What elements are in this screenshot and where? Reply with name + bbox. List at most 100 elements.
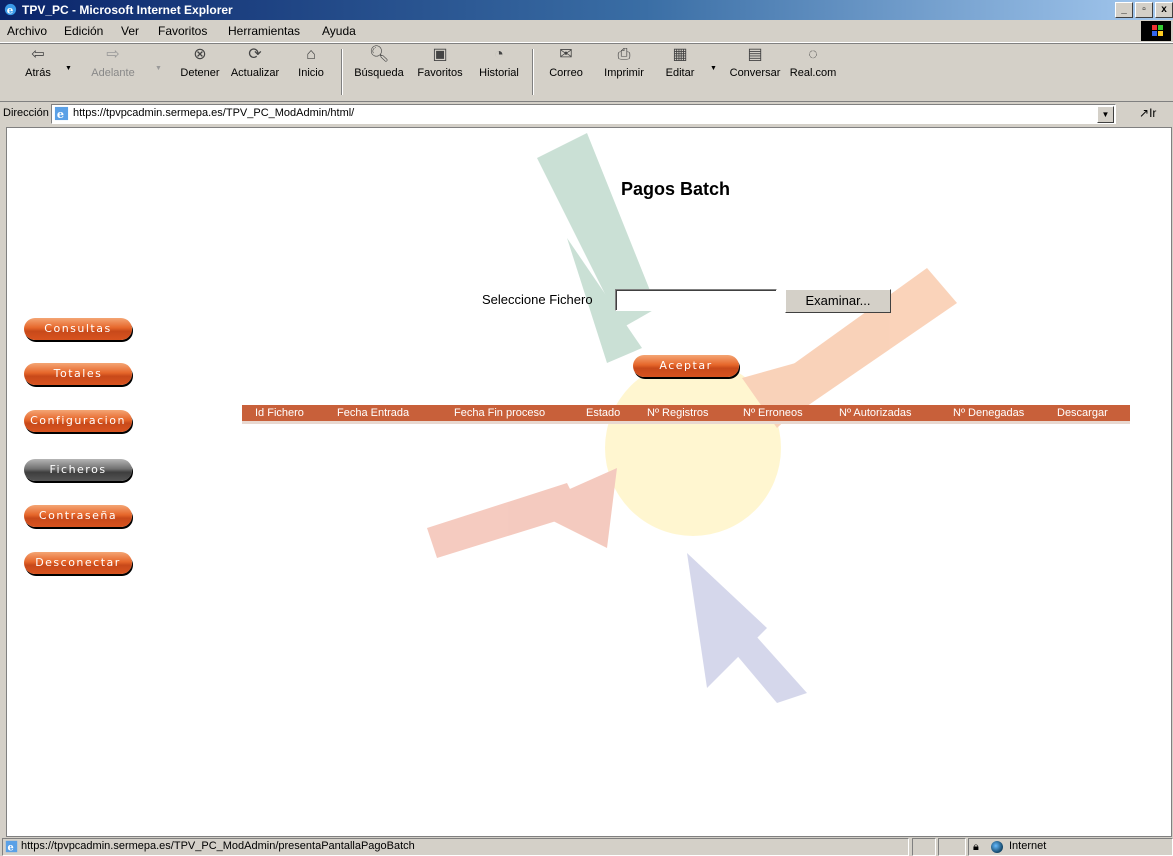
background-arrows-logo — [427, 133, 957, 703]
edit-dropdown-icon[interactable]: ▼ — [710, 65, 717, 72]
stop-icon: ⊗ — [193, 46, 207, 63]
column-fecha-fin-proceso: Fecha Fin proceso — [454, 407, 546, 419]
page-title: Pagos Batch — [621, 179, 731, 199]
address-input[interactable]: e https://tpvpcadmin.sermepa.es/TPV_PC_M… — [51, 104, 1116, 124]
sidebar-item-contrasena[interactable]: Contraseña — [24, 505, 132, 527]
status-cell — [938, 838, 966, 856]
internet-explorer-icon: e — [4, 3, 17, 16]
close-button[interactable]: x — [1155, 2, 1173, 18]
svg-text:e: e — [7, 843, 13, 853]
menu-herramientas[interactable]: Herramientas — [228, 24, 300, 38]
refresh-button[interactable]: ⟳ Actualizar — [226, 45, 284, 79]
back-dropdown-icon[interactable]: ▼ — [65, 65, 72, 72]
print-button[interactable]: ⎙ Imprimir — [596, 45, 652, 79]
history-label: Historial — [479, 67, 519, 79]
go-arrow-icon: ↗ — [1139, 106, 1150, 120]
realcom-button[interactable]: ◌ Real.com — [788, 45, 838, 79]
file-label: Seleccione Fichero — [482, 292, 593, 307]
refresh-icon: ⟳ — [248, 46, 262, 63]
menu-ver[interactable]: Ver — [121, 24, 139, 38]
column-num-denegadas: Nº Denegadas — [953, 407, 1025, 419]
page-content: Pagos Batch Seleccione Fichero Examinar.… — [6, 127, 1172, 837]
forward-label: Adelante — [91, 67, 135, 79]
forward-button[interactable]: ⇨ Adelante — [88, 45, 138, 79]
go-button[interactable]: ↗Ir — [1139, 106, 1156, 120]
go-label: Ir — [1149, 106, 1157, 120]
sidebar-item-desconectar[interactable]: Desconectar — [24, 552, 132, 574]
discuss-button[interactable]: ▤ Conversar — [724, 45, 786, 79]
favorites-label: Favoritos — [417, 67, 463, 79]
mail-icon: ✉ — [559, 46, 573, 63]
stop-button[interactable]: ⊗ Detener — [176, 45, 224, 79]
stop-label: Detener — [180, 67, 220, 79]
mail-label: Correo — [549, 67, 583, 79]
print-label: Imprimir — [604, 67, 644, 79]
home-icon: ⌂ — [306, 46, 316, 63]
sidebar-item-configuracion[interactable]: Configuracion — [24, 410, 132, 432]
lock-icon: 🔒︎ — [973, 841, 979, 853]
menu-favoritos[interactable]: Favoritos — [158, 24, 207, 38]
word-edit-icon: ▦ — [672, 46, 688, 63]
column-fecha-entrada: Fecha Entrada — [337, 407, 410, 419]
column-num-erroneos: Nº Erroneos — [743, 407, 803, 419]
realcom-label: Real.com — [789, 67, 837, 79]
minimize-button[interactable]: _ — [1115, 2, 1133, 18]
search-button[interactable]: 🔍︎ Búsqueda — [350, 45, 408, 79]
back-button[interactable]: ⇦ Atrás — [18, 45, 58, 79]
favorites-button[interactable]: ▣ Favoritos — [410, 45, 470, 79]
status-main: e https://tpvpcadmin.sermepa.es/TPV_PC_M… — [2, 838, 909, 856]
status-bar: e https://tpvpcadmin.sermepa.es/TPV_PC_M… — [0, 837, 1173, 856]
globe-icon — [991, 841, 1003, 853]
sidebar-item-ficheros[interactable]: Ficheros — [24, 459, 132, 481]
windows-logo-icon — [1141, 21, 1171, 41]
home-button[interactable]: ⌂ Inicio — [292, 45, 330, 79]
address-url: https://tpvpcadmin.sermepa.es/TPV_PC_Mod… — [73, 107, 355, 119]
window-title: TPV_PC - Microsoft Internet Explorer — [22, 3, 233, 17]
favorites-icon: ▣ — [432, 46, 448, 63]
accept-button[interactable]: Aceptar — [633, 355, 739, 377]
restore-button[interactable]: ▫ — [1135, 2, 1153, 18]
menu-edicion[interactable]: Edición — [64, 24, 103, 38]
address-dropdown-icon[interactable]: ▼ — [1097, 106, 1114, 123]
menu-bar: Archivo Edición Ver Favoritos Herramient… — [0, 20, 1173, 43]
sidebar-item-consultas[interactable]: Consultas — [24, 318, 132, 340]
printer-icon: ⎙ — [617, 46, 631, 63]
column-estado: Estado — [586, 407, 621, 419]
page-loaded-icon: e — [5, 840, 18, 853]
svg-text:e: e — [57, 107, 64, 121]
column-num-autorizadas: Nº Autorizadas — [839, 407, 912, 419]
menu-ayuda[interactable]: Ayuda — [322, 24, 356, 38]
forward-dropdown-icon[interactable]: ▼ — [155, 65, 162, 72]
history-button[interactable]: ◔ Historial — [472, 45, 526, 79]
home-label: Inicio — [298, 67, 324, 79]
window-titlebar: e TPV_PC - Microsoft Internet Explorer _… — [0, 0, 1173, 20]
discuss-label: Conversar — [729, 67, 781, 79]
status-text: https://tpvpcadmin.sermepa.es/TPV_PC_Mod… — [21, 840, 415, 852]
edit-label: Editar — [665, 67, 695, 79]
forward-arrow-icon: ⇨ — [106, 46, 120, 63]
realcom-icon: ◌ — [808, 46, 818, 63]
status-cell — [912, 838, 936, 856]
browse-button[interactable]: Examinar... — [785, 289, 891, 313]
back-arrow-icon: ⇦ — [31, 46, 45, 63]
search-icon: 🔍︎ — [369, 46, 390, 63]
search-label: Búsqueda — [354, 67, 404, 79]
file-input[interactable] — [615, 289, 777, 311]
column-descargar: Descargar — [1057, 407, 1108, 419]
address-bar: Dirección e https://tpvpcadmin.sermepa.e… — [0, 102, 1173, 126]
menu-archivo[interactable]: Archivo — [7, 24, 47, 38]
sidebar-item-totales[interactable]: Totales — [24, 363, 132, 385]
refresh-label: Actualizar — [230, 67, 280, 79]
column-id-fichero: Id Fichero — [255, 407, 304, 419]
column-num-registros: Nº Registros — [647, 407, 709, 419]
security-zone: 🔒︎ Internet — [968, 838, 1173, 856]
address-label: Dirección — [3, 107, 49, 119]
zone-label: Internet — [1009, 840, 1047, 852]
mail-button[interactable]: ✉ Correo — [541, 45, 591, 79]
back-label: Atrás — [25, 67, 51, 79]
svg-text:e: e — [7, 4, 14, 16]
page-icon: e — [54, 106, 69, 121]
edit-button[interactable]: ▦ Editar — [658, 45, 702, 79]
discuss-icon: ▤ — [747, 46, 763, 63]
toolbar: ⇦ Atrás ▼ ⇨ Adelante ▼ ⊗ Detener ⟳ Actualiza… — [0, 43, 1173, 102]
